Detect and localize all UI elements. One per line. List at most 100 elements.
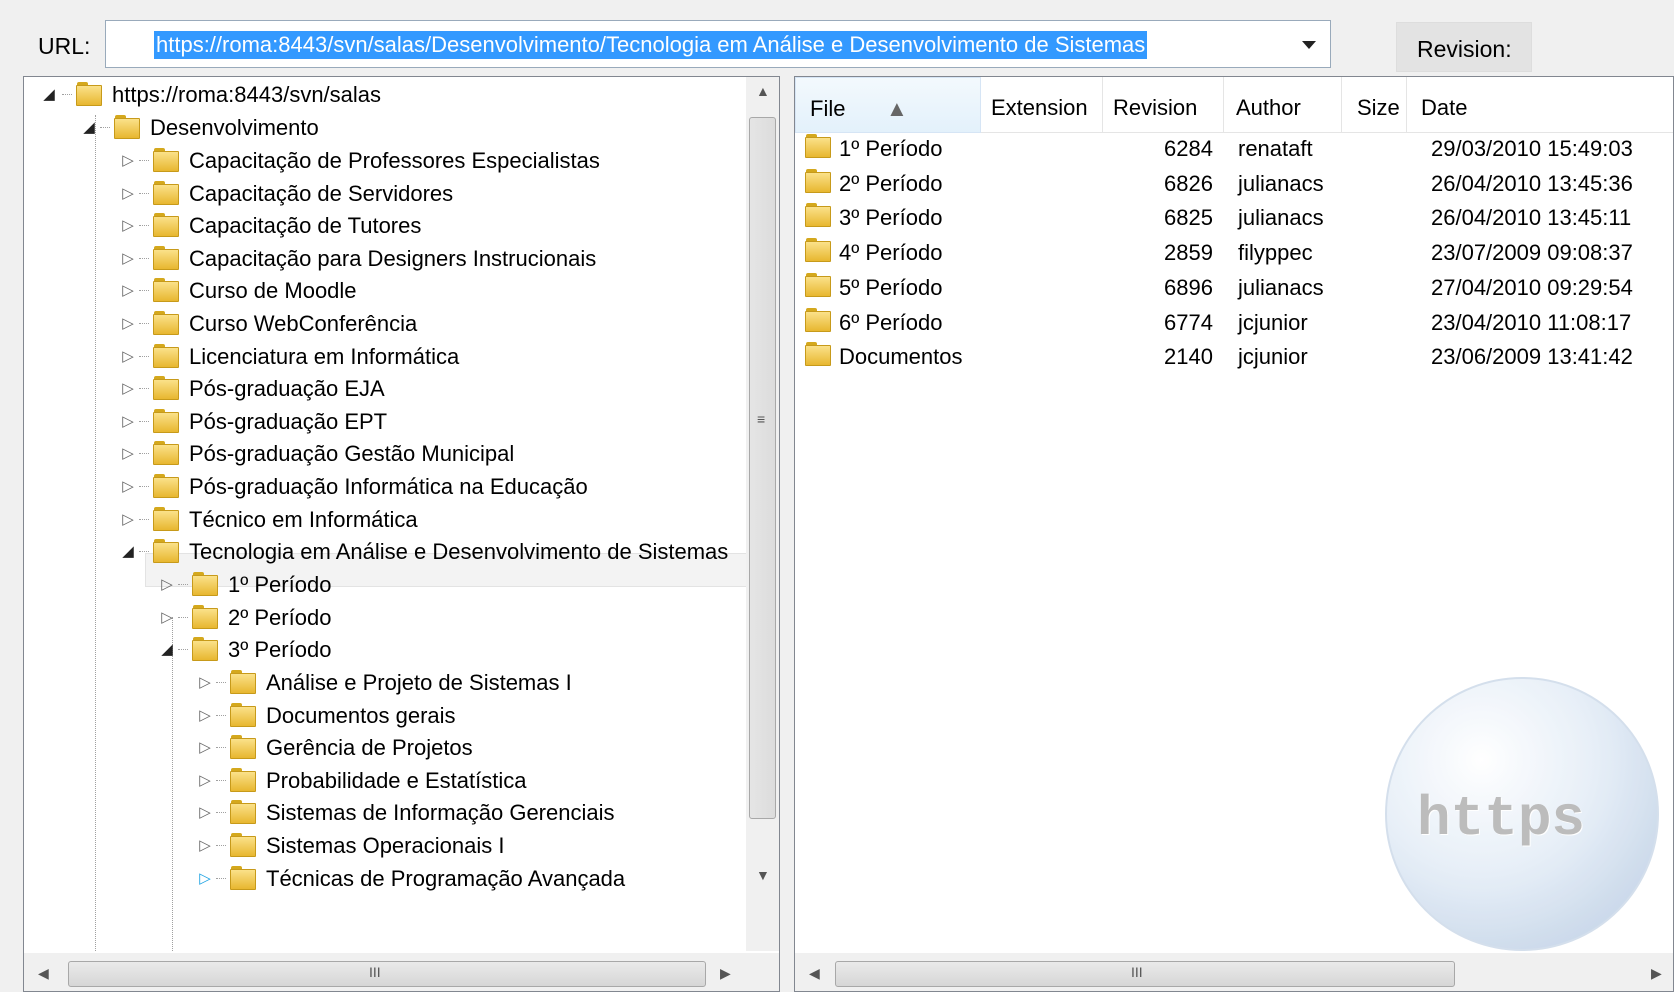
collapsed-arrow-icon[interactable]: ▷	[121, 510, 135, 528]
column-header-size[interactable]: Size	[1342, 77, 1407, 133]
collapsed-arrow-icon[interactable]: ▷	[121, 184, 135, 202]
folder-icon	[153, 213, 179, 238]
author-cell: jcjunior	[1238, 344, 1308, 370]
author-cell: renataft	[1238, 136, 1313, 161]
tree-node-label: Capacitação de Professores Especialistas	[189, 148, 600, 173]
list-horizontal-scroll-thumb[interactable]: III	[835, 961, 1455, 987]
tree-node-label: Pós-graduação EPT	[189, 408, 388, 434]
scroll-grip-icon: ≡	[757, 411, 766, 427]
tree-node-label: Análise e Projeto de Sistemas I	[266, 670, 572, 695]
tree-node-label: Capacitação de Tutores	[189, 213, 422, 239]
tree-node-label: Capacitação para Designers Instrucionais	[189, 245, 597, 271]
column-header-file[interactable]: ▲ File	[795, 77, 981, 133]
file-name-cell: 4º Período	[839, 240, 943, 266]
folder-icon	[153, 376, 179, 401]
folder-icon	[153, 441, 179, 466]
tree-node-label: Curso WebConferência	[189, 311, 418, 336]
table-row[interactable]: 3º Período 6825 julianacs 26/04/2010 13:45:…	[795, 198, 1673, 235]
table-row[interactable]: 1º Período 6284 renataft 29/03/2010 15:49:0…	[795, 129, 1673, 166]
collapsed-arrow-icon[interactable]: ▷	[121, 379, 135, 397]
collapsed-arrow-icon[interactable]: ▷	[198, 706, 212, 724]
scroll-right-arrow-icon[interactable]: ▶	[720, 965, 731, 982]
collapsed-arrow-icon[interactable]: ▷	[198, 836, 212, 854]
folder-icon	[230, 865, 256, 890]
expanded-arrow-icon[interactable]: ◢	[160, 640, 174, 658]
folder-icon	[153, 245, 179, 270]
file-list[interactable]: ▲ File Extension Revision Author Size Da…	[794, 76, 1674, 992]
url-label: URL:	[38, 33, 91, 59]
tree-node-label: Sistemas de Informação Gerenciais	[266, 800, 615, 826]
date-cell: 23/04/2010 11:08:17	[1431, 309, 1632, 335]
collapsed-arrow-icon[interactable]: ▷	[121, 314, 135, 332]
repository-tree[interactable]: ◢ https://roma:8443/svn/salas ◢ Desenvol…	[23, 76, 780, 992]
column-header-date[interactable]: Date	[1407, 77, 1673, 133]
folder-icon	[153, 539, 179, 564]
table-row[interactable]: 5º Período 6896 julianacs 27/04/2010 09:29:…	[795, 268, 1673, 305]
collapsed-arrow-icon[interactable]: ▷	[121, 347, 135, 365]
column-header-author[interactable]: Author	[1224, 77, 1342, 133]
tree-node-label: Técnicas de Programação Avançada	[266, 865, 626, 891]
collapsed-arrow-icon[interactable]: ▷	[121, 216, 135, 234]
scroll-right-arrow-icon[interactable]: ▶	[1651, 965, 1662, 982]
revision-button[interactable]: Revision:	[1396, 22, 1532, 72]
scroll-grip-icon: III	[1131, 964, 1143, 980]
tree-vertical-scroll-thumb[interactable]	[749, 117, 776, 819]
collapsed-arrow-icon[interactable]: ▷	[198, 869, 212, 887]
url-combobox[interactable]: https://roma:8443/svn/salas/Desenvolvime…	[105, 20, 1331, 68]
collapsed-arrow-icon[interactable]: ▷	[121, 281, 135, 299]
revision-cell: 6825	[1164, 205, 1213, 231]
folder-icon	[153, 278, 179, 303]
tree-node-label: Probabilidade e Estatística	[266, 767, 527, 793]
chevron-down-icon[interactable]	[1302, 41, 1316, 49]
expanded-arrow-icon[interactable]: ◢	[121, 542, 135, 560]
folder-icon	[76, 82, 102, 106]
tree-horizontal-scroll-thumb[interactable]: III	[68, 961, 706, 987]
tree-node-label: Pós-graduação Informática na Educação	[189, 474, 588, 499]
collapsed-arrow-icon[interactable]: ▷	[198, 771, 212, 789]
scroll-up-arrow-icon[interactable]: ▲	[756, 83, 770, 99]
folder-icon	[230, 670, 256, 694]
collapsed-arrow-icon[interactable]: ▷	[198, 803, 212, 821]
collapsed-arrow-icon[interactable]: ▷	[121, 412, 135, 430]
url-input[interactable]: https://roma:8443/svn/salas/Desenvolvime…	[154, 31, 1148, 59]
tree-guide-line	[95, 115, 96, 951]
sort-ascending-icon: ▲	[886, 96, 908, 121]
expanded-arrow-icon[interactable]: ◢	[42, 85, 56, 103]
author-cell: jcjunior	[1238, 309, 1308, 335]
table-row[interactable]: 6º Período 6774 jcjunior 23/04/2010 11:08:1…	[795, 303, 1673, 340]
collapsed-arrow-icon[interactable]: ▷	[121, 249, 135, 267]
file-name-cell: 2º Período	[839, 170, 943, 196]
collapsed-arrow-icon[interactable]: ▷	[121, 444, 135, 462]
collapsed-arrow-icon[interactable]: ▷	[121, 151, 135, 169]
folder-icon	[153, 474, 179, 498]
scroll-left-arrow-icon[interactable]: ◀	[809, 965, 820, 982]
collapsed-arrow-icon[interactable]: ▷	[160, 608, 174, 626]
folder-icon	[805, 307, 831, 332]
tree-node-label: 3º Período	[228, 637, 332, 663]
tree-horizontal-scrollbar[interactable]: ◀ III ▶	[24, 953, 779, 991]
folder-icon	[153, 506, 179, 531]
collapsed-arrow-icon[interactable]: ▷	[121, 477, 135, 495]
author-cell: julianacs	[1238, 205, 1324, 231]
scroll-left-arrow-icon[interactable]: ◀	[38, 965, 49, 982]
scroll-down-arrow-icon[interactable]: ▼	[756, 867, 770, 883]
date-cell: 26/04/2010 13:45:11	[1431, 205, 1632, 231]
table-row[interactable]: Documentos 2140 jcjunior 23/06/2009 13:41:4…	[795, 337, 1673, 374]
collapsed-arrow-icon[interactable]: ▷	[160, 575, 174, 593]
expanded-arrow-icon[interactable]: ◢	[82, 118, 96, 136]
tree-vertical-scrollbar[interactable]: ▲ ≡ ▼	[746, 77, 779, 951]
collapsed-arrow-icon[interactable]: ▷	[198, 673, 212, 691]
collapsed-arrow-icon[interactable]: ▷	[198, 738, 212, 756]
tree-node-label: Curso de Moodle	[189, 278, 357, 304]
table-row[interactable]: 2º Período 6826 julianacs 26/04/2010 13:45:…	[795, 164, 1673, 201]
folder-icon	[230, 833, 256, 857]
column-header-extension[interactable]: Extension	[981, 77, 1103, 133]
revision-cell: 6774	[1164, 309, 1213, 335]
author-cell: julianacs	[1238, 274, 1324, 300]
table-row[interactable]: 4º Período 2859 filyppec 23/07/2009 09:08:3…	[795, 233, 1673, 270]
tree-node-label: https://roma:8443/svn/salas	[112, 82, 382, 107]
column-header-revision[interactable]: Revision	[1103, 77, 1224, 133]
tree-node-label: Sistemas Operacionais I	[266, 833, 505, 858]
revision-cell: 6284	[1164, 136, 1213, 161]
list-horizontal-scrollbar[interactable]: ◀ III ▶	[795, 953, 1673, 991]
